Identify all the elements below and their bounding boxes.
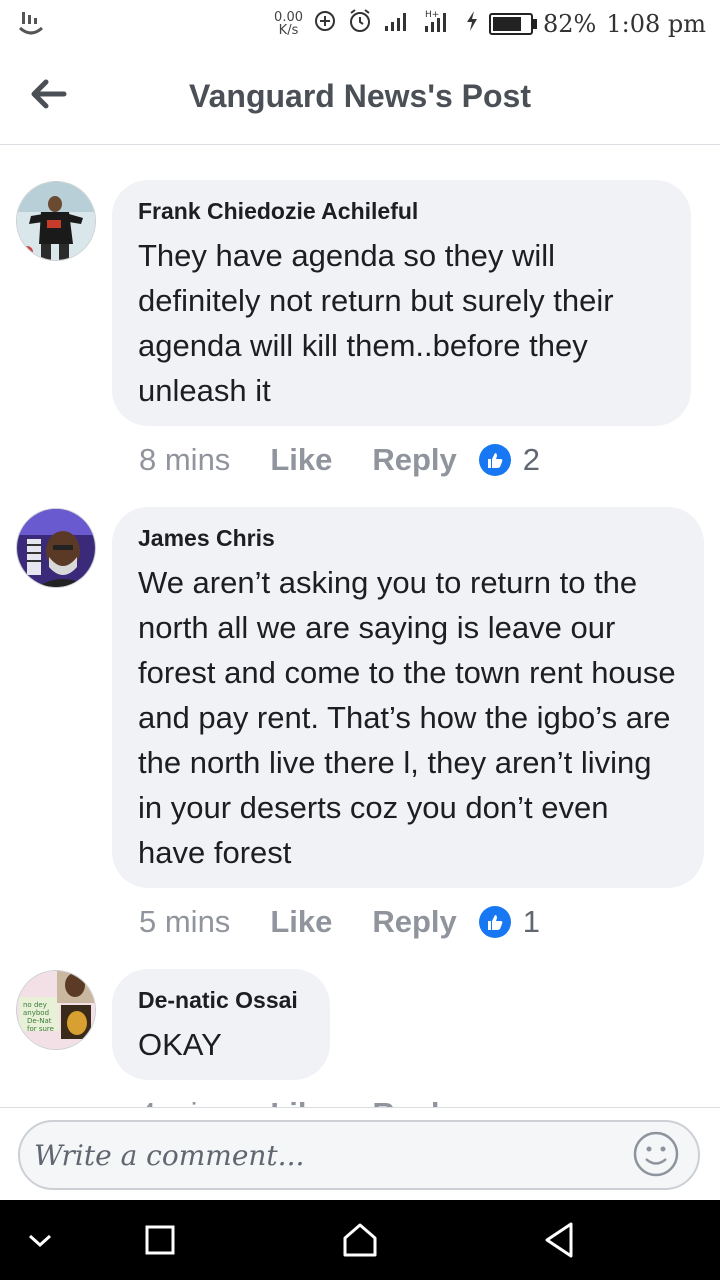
network-speed-unit: K/s (278, 22, 299, 38)
comment-text: We aren’t asking you to return to the no… (138, 565, 676, 870)
reaction-count[interactable]: 2 (478, 442, 541, 478)
comment-bubble[interactable]: De-natic Ossai OKAY (112, 969, 330, 1080)
clock: 1:08 pm (606, 9, 706, 38)
comment-text: They have agenda so they will definitely… (138, 238, 614, 408)
reply-button[interactable]: Reply (372, 442, 456, 478)
comment-actions: 4 mins Like Reply (139, 1096, 457, 1107)
comment-actions: 5 mins Like Reply 1 (139, 904, 540, 940)
reaction-count[interactable]: 1 (478, 904, 541, 940)
svg-text:De-Nat: De-Nat (27, 1017, 52, 1025)
signal-h-plus-icon: H+ (421, 8, 455, 39)
thumbs-up-icon (478, 444, 511, 476)
battery-fill (493, 16, 521, 31)
comment-text: OKAY (138, 1027, 222, 1062)
comment-bubble[interactable]: James Chris We aren’t asking you to retu… (112, 507, 704, 888)
avatar[interactable]: no dey anybod De-Nat for sure (16, 970, 96, 1050)
emoji-icon[interactable] (632, 1130, 680, 1178)
svg-text:anybod: anybod (23, 1009, 49, 1017)
reply-button[interactable]: Reply (372, 904, 456, 940)
network-speed-value: 0.00 (274, 9, 303, 25)
comment-time[interactable]: 4 mins (139, 1096, 230, 1107)
comment-author[interactable]: Frank Chiedozie Achileful (138, 198, 665, 225)
signal-icon (383, 10, 411, 37)
reaction-count-value: 2 (522, 442, 541, 477)
avatar[interactable] (16, 508, 96, 588)
comment-composer (0, 1107, 720, 1201)
comment-input[interactable] (18, 1120, 700, 1190)
reply-button[interactable]: Reply (372, 1096, 456, 1107)
like-button[interactable]: Like (270, 1096, 332, 1107)
home-icon[interactable] (338, 1218, 382, 1262)
comment-author[interactable]: James Chris (138, 525, 678, 552)
data-saver-icon (313, 9, 337, 38)
app-notification-icon (16, 10, 46, 45)
svg-text:no dey: no dey (23, 1001, 47, 1009)
comment-actions: 8 mins Like Reply 2 (139, 442, 540, 478)
comment-list[interactable]: Frank Chiedozie Achileful They have agen… (0, 145, 720, 1107)
post-header: Vanguard News's Post (0, 50, 720, 145)
comment-time[interactable]: 8 mins (139, 442, 230, 478)
thumbs-up-icon (478, 906, 511, 938)
recent-apps-icon[interactable] (138, 1218, 182, 1262)
comment-author[interactable]: De-natic Ossai (138, 987, 304, 1014)
comment-bubble[interactable]: Frank Chiedozie Achileful They have agen… (112, 180, 691, 426)
page-title: Vanguard News's Post (189, 78, 531, 114)
system-nav-bar (0, 1200, 720, 1280)
network-speed: 0.00 K/s (274, 11, 303, 37)
alarm-icon (347, 8, 373, 39)
reaction-count-value: 1 (522, 904, 541, 939)
battery-icon (489, 12, 537, 35)
comment-time[interactable]: 5 mins (139, 904, 230, 940)
svg-text:for sure: for sure (27, 1025, 54, 1033)
charging-icon (465, 10, 479, 37)
status-bar: 0.00 K/s H+ 82% 1:08 pm (0, 0, 720, 50)
battery-percent: 82% (543, 9, 597, 38)
like-button[interactable]: Like (270, 442, 332, 478)
avatar[interactable] (16, 181, 96, 261)
like-button[interactable]: Like (270, 904, 332, 940)
chevron-down-icon[interactable] (18, 1218, 62, 1262)
back-triangle-icon[interactable] (538, 1218, 582, 1262)
